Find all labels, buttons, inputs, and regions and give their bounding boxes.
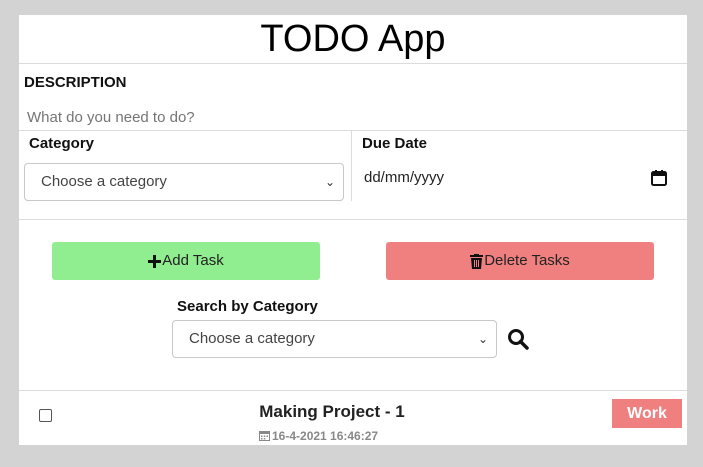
add-task-button[interactable]: Add Task bbox=[52, 242, 320, 280]
description-section: DESCRIPTION bbox=[19, 64, 687, 130]
app-title: TODO App bbox=[19, 15, 687, 64]
trash-icon bbox=[470, 253, 484, 269]
category-label: Category bbox=[29, 135, 95, 152]
search-select-value: Choose a category bbox=[189, 330, 315, 347]
delete-tasks-label: Delete Tasks bbox=[484, 252, 570, 269]
description-input[interactable] bbox=[19, 104, 687, 130]
search-icon[interactable] bbox=[507, 328, 529, 350]
add-task-label: Add Task bbox=[162, 252, 224, 269]
category-date-row: Category Choose a category ⌄ Due Date dd… bbox=[19, 130, 687, 220]
todo-card: TODO App DESCRIPTION Category Choose a c… bbox=[19, 15, 687, 445]
category-select-value: Choose a category bbox=[41, 173, 167, 190]
due-date-input[interactable]: dd/mm/yyyy bbox=[362, 167, 682, 193]
chevron-down-icon: ⌄ bbox=[324, 175, 335, 189]
column-divider bbox=[351, 131, 352, 201]
delete-tasks-button[interactable]: Delete Tasks bbox=[386, 242, 654, 280]
plus-icon bbox=[148, 254, 162, 268]
search-label: Search by Category bbox=[177, 298, 318, 315]
due-date-value: dd/mm/yyyy bbox=[364, 169, 445, 186]
due-date-label: Due Date bbox=[362, 135, 428, 152]
task-date: 16-4-2021 16:46:27 bbox=[259, 429, 378, 443]
calendar-icon bbox=[259, 431, 270, 441]
description-label: DESCRIPTION bbox=[24, 74, 127, 91]
task-date-text: 16-4-2021 16:46:27 bbox=[272, 429, 379, 443]
search-category-select[interactable]: Choose a category ⌄ bbox=[172, 320, 497, 358]
calendar-icon[interactable] bbox=[650, 169, 668, 187]
task-title: Making Project - 1 bbox=[259, 402, 405, 421]
category-select[interactable]: Choose a category ⌄ bbox=[24, 163, 344, 201]
chevron-down-icon: ⌄ bbox=[477, 332, 488, 346]
list-divider bbox=[19, 390, 687, 391]
category-badge: Work bbox=[612, 399, 682, 428]
